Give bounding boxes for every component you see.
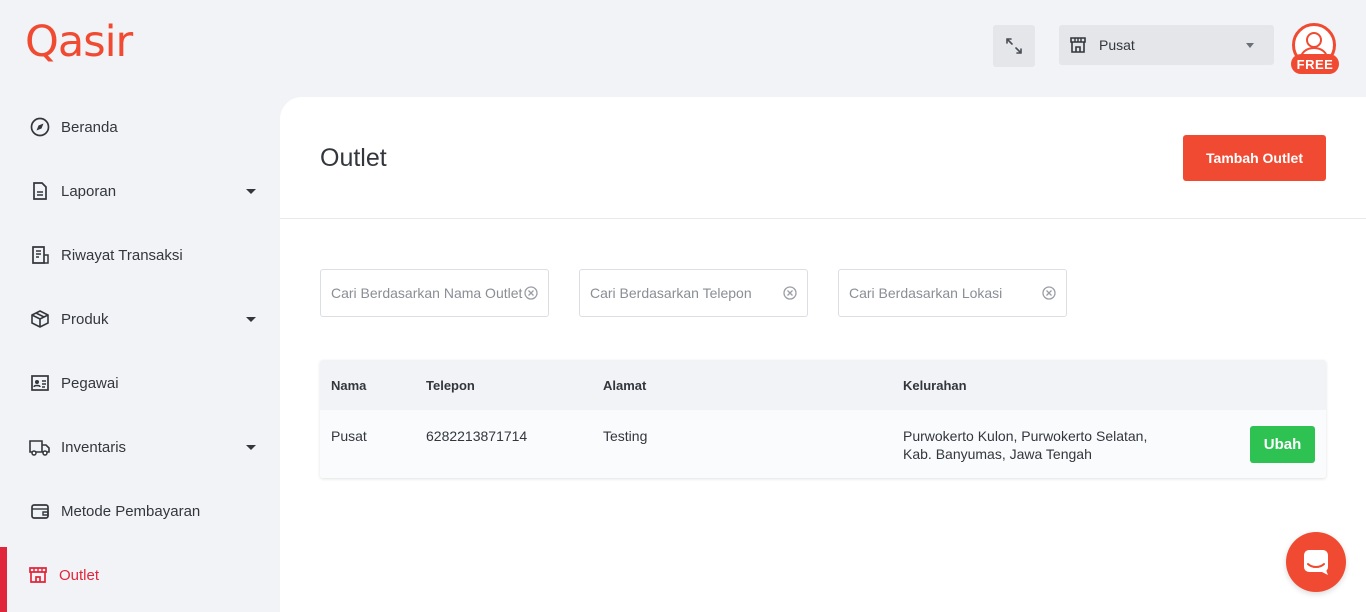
search-phone-input[interactable] [590, 285, 783, 301]
receipt-icon [29, 244, 51, 266]
column-header-alamat: Alamat [603, 378, 647, 393]
store-icon [1069, 35, 1089, 55]
search-location-field [838, 269, 1067, 317]
chevron-down-icon [1246, 42, 1254, 48]
sidebar-item-label: Outlet [59, 566, 100, 584]
edit-outlet-button[interactable]: Ubah [1250, 426, 1315, 463]
id-card-icon [29, 372, 51, 394]
search-location-input[interactable] [849, 285, 1042, 301]
sidebar-item-label: Laporan [61, 182, 117, 200]
table-row: Pusat 6282213871714 Testing Purwokerto K… [320, 410, 1326, 478]
cell-telepon: 6282213871714 [426, 428, 528, 444]
sidebar-item-label: Beranda [61, 118, 118, 136]
outlet-selected-value: Pusat [1099, 37, 1135, 53]
compass-icon [29, 116, 51, 138]
plan-badge: FREE [1291, 54, 1339, 74]
cell-alamat: Testing [603, 428, 648, 444]
sidebar-item-produk[interactable]: Produk [0, 291, 280, 347]
truck-icon [29, 436, 51, 458]
main-panel: Outlet Tambah Outlet Nama Telepon Alamat… [280, 97, 1366, 612]
chevron-down-icon [246, 317, 256, 322]
column-header-nama: Nama [331, 378, 367, 393]
cell-nama: Pusat [331, 428, 367, 444]
search-phone-field [579, 269, 808, 317]
chevron-down-icon [246, 189, 256, 194]
sidebar-item-laporan[interactable]: Laporan [0, 163, 280, 219]
table-header: Nama Telepon Alamat Kelurahan [320, 360, 1326, 410]
add-outlet-button[interactable]: Tambah Outlet [1183, 135, 1326, 181]
user-avatar[interactable]: FREE [1291, 23, 1339, 75]
sidebar-item-label: Pegawai [61, 374, 119, 392]
clear-icon[interactable] [524, 286, 538, 300]
sidebar-item-label: Produk [61, 310, 109, 328]
chat-icon [1304, 550, 1328, 575]
column-header-kelurahan: Kelurahan [903, 378, 967, 393]
sidebar-item-metode-pembayaran[interactable]: Metode Pembayaran [0, 483, 280, 539]
chevron-down-icon [246, 445, 256, 450]
outlet-table: Nama Telepon Alamat Kelurahan Pusat 6282… [320, 360, 1326, 478]
qasir-logo[interactable]: Qasir [25, 16, 133, 67]
expand-icon [1006, 38, 1022, 54]
kelurahan-line-1: Purwokerto Kulon, Purwokerto Selatan, [903, 428, 1148, 444]
sidebar-item-label: Metode Pembayaran [61, 502, 201, 520]
column-header-telepon: Telepon [426, 378, 475, 393]
logo-text: Qasir [25, 16, 133, 67]
chat-launcher-button[interactable] [1286, 532, 1346, 592]
sidebar-item-outlet[interactable]: Outlet [0, 547, 280, 612]
page-header: Outlet Tambah Outlet [280, 97, 1366, 219]
document-icon [29, 180, 51, 202]
sidebar-item-inventaris[interactable]: Inventaris [0, 419, 280, 475]
wallet-icon [29, 500, 51, 522]
sidebar-item-beranda[interactable]: Beranda [0, 99, 280, 155]
kelurahan-line-2: Kab. Banyumas, Jawa Tengah [903, 446, 1092, 462]
box-icon [29, 308, 51, 330]
sidebar-item-riwayat-transaksi[interactable]: Riwayat Transaksi [0, 227, 280, 283]
sidebar-item-label: Inventaris [61, 438, 127, 456]
clear-icon[interactable] [783, 286, 797, 300]
clear-icon[interactable] [1042, 286, 1056, 300]
search-name-input[interactable] [331, 285, 524, 301]
page-title: Outlet [320, 144, 387, 172]
sidebar-item-pegawai[interactable]: Pegawai [0, 355, 280, 411]
outlet-selector[interactable]: Pusat [1059, 25, 1274, 65]
store-icon [27, 564, 49, 586]
sidebar-item-label: Riwayat Transaksi [61, 246, 183, 264]
search-name-field [320, 269, 549, 317]
sidebar: Beranda Laporan Riwayat Transaksi Produk… [0, 95, 280, 612]
cell-kelurahan: Purwokerto Kulon, Purwokerto Selatan, Ka… [903, 427, 1147, 463]
fullscreen-button[interactable] [993, 25, 1035, 67]
